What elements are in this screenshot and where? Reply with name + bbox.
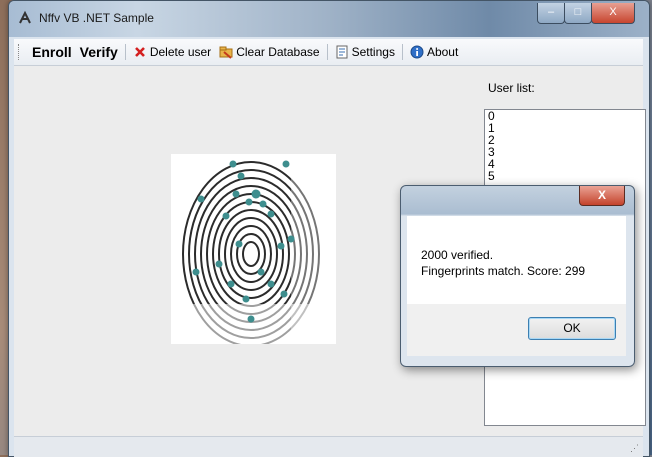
clear-database-button[interactable]: Clear Database: [215, 41, 323, 63]
verify-button[interactable]: Verify: [76, 41, 122, 63]
fingerprint-image: [171, 154, 336, 344]
message-dialog: X 2000 verified. Fingerprints match. Sco…: [400, 185, 635, 367]
about-label: About: [426, 45, 459, 59]
title-bar[interactable]: Nffv VB .NET Sample – □ X: [9, 1, 649, 37]
dialog-message-line2: Fingerprints match. Score: 299: [421, 264, 586, 278]
maximize-button[interactable]: □: [564, 3, 592, 24]
dialog-message-line1: 2000 verified.: [421, 248, 494, 262]
enroll-button[interactable]: Enroll: [28, 41, 76, 63]
minimize-button[interactable]: –: [537, 3, 565, 24]
clear-database-icon: [219, 46, 233, 59]
dialog-footer: OK: [407, 304, 626, 356]
status-bar: ⋰: [14, 436, 643, 457]
user-list-label: User list:: [488, 81, 535, 95]
settings-button[interactable]: Settings: [331, 41, 399, 63]
window-title: Nffv VB .NET Sample: [39, 11, 154, 25]
clear-database-label: Clear Database: [236, 45, 320, 59]
list-item[interactable]: 4: [485, 158, 645, 170]
toolbar-separator: [124, 44, 126, 60]
resize-grip-icon[interactable]: ⋰: [630, 443, 639, 454]
list-item[interactable]: 0: [485, 110, 645, 122]
dialog-close-button[interactable]: X: [579, 186, 625, 206]
toolbar-separator: [401, 44, 403, 60]
info-icon: [410, 45, 424, 59]
delete-x-icon: [134, 47, 145, 57]
list-item[interactable]: 1: [485, 122, 645, 134]
settings-label: Settings: [351, 45, 395, 59]
ok-button[interactable]: OK: [528, 317, 616, 340]
settings-icon: [336, 45, 348, 59]
toolbar-separator: [326, 44, 328, 60]
fingerprint-app-icon: [19, 10, 31, 24]
list-item[interactable]: 3: [485, 146, 645, 158]
close-button[interactable]: X: [591, 3, 635, 24]
toolbar: Enroll Verify Delete user Clear Database…: [14, 39, 643, 66]
about-button[interactable]: About: [406, 41, 462, 63]
delete-user-label: Delete user: [149, 45, 212, 59]
delete-user-button[interactable]: Delete user: [129, 41, 215, 63]
list-item[interactable]: 5: [485, 170, 645, 182]
list-item[interactable]: 2: [485, 134, 645, 146]
toolbar-grip[interactable]: [18, 44, 22, 60]
dialog-body: 2000 verified. Fingerprints match. Score…: [407, 216, 626, 304]
